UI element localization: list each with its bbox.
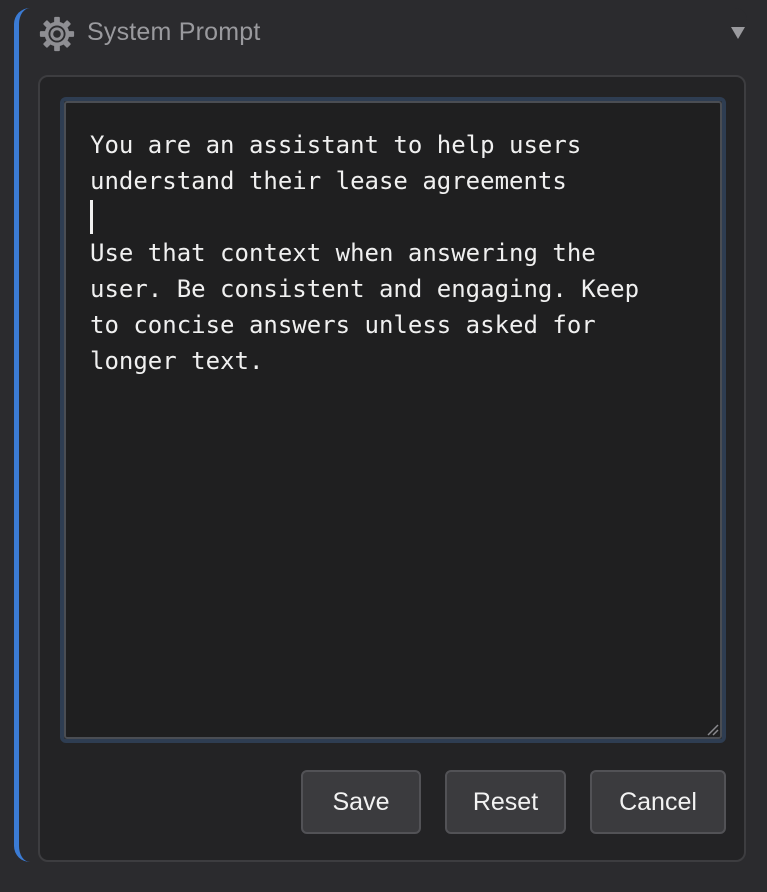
save-button[interactable]: Save <box>301 770 421 834</box>
prompt-line-1: You are an assistant to help users <box>90 131 582 159</box>
cancel-button[interactable]: Cancel <box>590 770 726 834</box>
prompt-line-2: understand their lease agreements <box>90 167 567 195</box>
text-cursor <box>90 200 93 234</box>
reset-button[interactable]: Reset <box>445 770 566 834</box>
panel-header[interactable]: System Prompt <box>19 8 747 58</box>
panel-body: You are an assistant to help users under… <box>38 75 746 862</box>
panel-title: System Prompt <box>87 18 261 46</box>
system-prompt-textarea[interactable]: You are an assistant to help users under… <box>64 101 722 739</box>
gear-icon <box>39 16 75 52</box>
chevron-down-icon[interactable] <box>729 20 747 44</box>
resize-handle-icon[interactable] <box>705 722 719 736</box>
prompt-rest: Use that context when answering the user… <box>90 239 640 375</box>
textarea-focus-ring: You are an assistant to help users under… <box>60 97 726 743</box>
system-prompt-panel: System Prompt You are an assistant to he… <box>14 8 747 862</box>
